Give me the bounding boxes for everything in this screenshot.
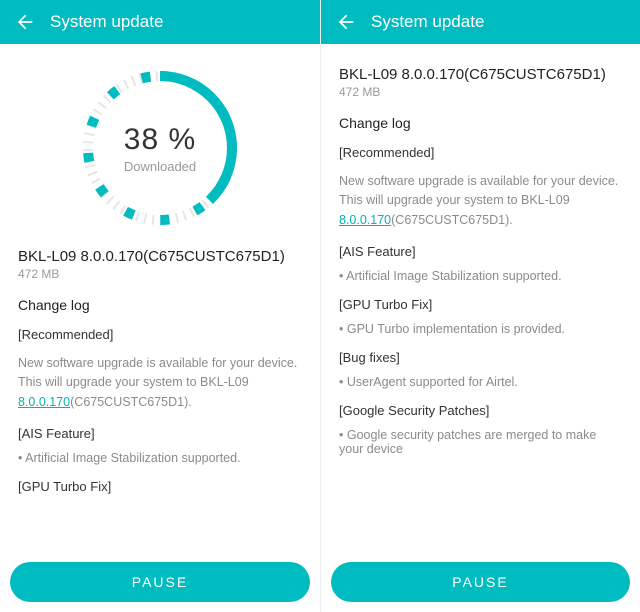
version-line: BKL-L09 8.0.0.170(C675CUSTC675D1) xyxy=(18,248,302,265)
recommended-body-pre: New software upgrade is available for yo… xyxy=(18,356,297,389)
progress-ring-wrap: 38 % Downloaded xyxy=(18,62,302,234)
ais-bullet: Artificial Image Stabilization supported… xyxy=(339,269,622,283)
version-link[interactable]: 8.0.0.170 xyxy=(18,395,70,409)
pause-button[interactable]: PAUSE xyxy=(10,562,310,602)
pause-button[interactable]: PAUSE xyxy=(331,562,630,602)
gpu-heading: [GPU Turbo Fix] xyxy=(339,297,622,312)
security-heading: [Google Security Patches] xyxy=(339,403,622,418)
progress-percent: 38 % xyxy=(124,123,196,157)
content-scroll[interactable]: BKL-L09 8.0.0.170(C675CUSTC675D1) 472 MB… xyxy=(321,44,640,612)
gpu-heading: [GPU Turbo Fix] xyxy=(18,479,302,494)
changelog-heading: Change log xyxy=(18,297,302,313)
recommended-body: New software upgrade is available for yo… xyxy=(339,172,622,230)
ais-bullet: Artificial Image Stabilization supported… xyxy=(18,451,302,465)
changelog-heading: Change log xyxy=(339,115,622,131)
recommended-body: New software upgrade is available for yo… xyxy=(18,354,302,412)
screens-wrap: System update 38 % Downloaded xyxy=(0,0,640,612)
progress-ring: 38 % Downloaded xyxy=(74,62,246,234)
footer: PAUSE xyxy=(321,554,640,612)
back-button[interactable] xyxy=(333,10,357,34)
recommended-body-post: (C675CUSTC675D1). xyxy=(391,213,513,227)
back-arrow-icon xyxy=(14,12,34,32)
ais-heading: [AIS Feature] xyxy=(18,426,302,441)
content-scroll[interactable]: 38 % Downloaded BKL-L09 8.0.0.170(C675CU… xyxy=(0,44,320,612)
bug-heading: [Bug fixes] xyxy=(339,350,622,365)
back-arrow-icon xyxy=(335,12,355,32)
header-title: System update xyxy=(371,12,484,32)
recommended-body-pre: New software upgrade is available for yo… xyxy=(339,174,618,207)
update-size: 472 MB xyxy=(339,85,622,99)
recommended-heading: [Recommended] xyxy=(18,327,302,342)
header-title: System update xyxy=(50,12,163,32)
version-link[interactable]: 8.0.0.170 xyxy=(339,213,391,227)
screen-left: System update 38 % Downloaded xyxy=(0,0,320,612)
footer: PAUSE xyxy=(0,554,320,612)
bug-bullet: UserAgent supported for Airtel. xyxy=(339,375,622,389)
update-size: 472 MB xyxy=(18,267,302,281)
screen-right: System update BKL-L09 8.0.0.170(C675CUST… xyxy=(320,0,640,612)
gpu-bullet: GPU Turbo implementation is provided. xyxy=(339,322,622,336)
recommended-heading: [Recommended] xyxy=(339,145,622,160)
header: System update xyxy=(0,0,320,44)
ais-heading: [AIS Feature] xyxy=(339,244,622,259)
header: System update xyxy=(321,0,640,44)
recommended-body-post: (C675CUSTC675D1). xyxy=(70,395,192,409)
progress-status: Downloaded xyxy=(124,159,196,174)
version-line: BKL-L09 8.0.0.170(C675CUSTC675D1) xyxy=(339,66,622,83)
security-bullet: Google security patches are merged to ma… xyxy=(339,428,622,456)
back-button[interactable] xyxy=(12,10,36,34)
